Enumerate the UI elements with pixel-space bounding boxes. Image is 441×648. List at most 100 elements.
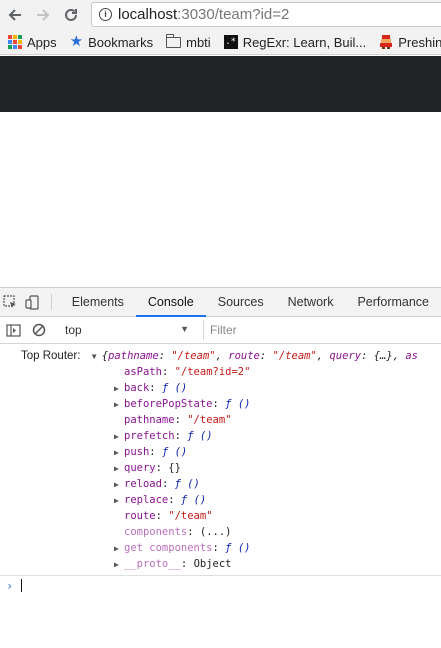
bookmark-label: mbti xyxy=(186,34,211,50)
property-key: get components xyxy=(124,542,213,554)
expand-triangle-icon[interactable]: ▶ xyxy=(114,477,124,493)
property-row[interactable]: ▶ prefetch: ƒ () xyxy=(0,428,441,444)
bookmark-label: Apps xyxy=(27,34,57,50)
filter-placeholder: Filter xyxy=(210,323,237,337)
object-properties: asPath: "/team?id=2" ▶ back: ƒ () ▶ beforePo… xyxy=(0,364,441,572)
property-row: route: "/team" xyxy=(124,510,213,522)
console-toolbar: top ▼ Filter xyxy=(0,317,441,344)
summary-key: route xyxy=(228,350,260,362)
property-row[interactable]: ▶ query: {} xyxy=(0,460,441,476)
bookmark-apps[interactable]: Apps xyxy=(8,35,57,50)
property-value: "/team?id=2" xyxy=(174,366,251,378)
property-row[interactable]: ▶ replace: ƒ () xyxy=(0,492,441,508)
tab-label: Performance xyxy=(357,295,430,309)
property-key: replace xyxy=(124,494,169,506)
property-value: Object xyxy=(193,558,232,570)
property-value: ƒ () xyxy=(225,398,251,410)
property-value: ƒ () xyxy=(180,494,207,506)
inspect-element-icon[interactable] xyxy=(0,288,21,316)
property-key: query xyxy=(124,462,156,474)
tab-label: Network xyxy=(287,295,334,309)
expand-triangle-icon[interactable]: ▶ xyxy=(114,493,124,509)
expand-triangle-icon[interactable]: ▶ xyxy=(114,557,124,573)
property-row[interactable]: ▶ beforePopState: ƒ () xyxy=(0,396,441,412)
bookmark-label: Bookmarks xyxy=(88,34,154,50)
expand-triangle-icon[interactable]: ▶ xyxy=(114,541,124,557)
property-key: beforePopState xyxy=(124,398,213,410)
divider xyxy=(50,294,52,310)
devtools-panel: Elements Console Sources Network Perform… xyxy=(0,287,441,648)
tab-label: Sources xyxy=(217,295,264,309)
bookmark-preshin[interactable]: Preshin xyxy=(379,35,441,50)
expand-triangle-icon[interactable]: ▶ xyxy=(114,397,124,413)
property-key: back xyxy=(124,382,150,394)
tab-sources[interactable]: Sources xyxy=(206,288,276,316)
console-output: Top Router: ▼ {pathname: "/team", route: … xyxy=(0,344,441,595)
address-bar[interactable]: i localhost:3030/team?id=2 xyxy=(91,2,441,27)
pixel-character-icon xyxy=(379,35,393,49)
url-host: localhost xyxy=(118,6,178,23)
property-value: ƒ () xyxy=(161,446,188,458)
clear-console-icon[interactable] xyxy=(26,323,52,337)
log-summary-row[interactable]: Top Router: ▼ {pathname: "/team", route: … xyxy=(0,348,441,364)
back-arrow-icon[interactable] xyxy=(4,4,26,26)
expand-triangle-icon[interactable]: ▶ xyxy=(114,461,124,477)
property-row[interactable]: ▶ reload: ƒ () xyxy=(0,476,441,492)
bookmark-bookmarks[interactable]: ★ Bookmarks xyxy=(69,33,154,50)
property-value: ƒ () xyxy=(187,430,213,442)
folder-icon xyxy=(166,33,182,48)
filter-input[interactable]: Filter xyxy=(203,320,435,340)
url-path: :3030/team?id=2 xyxy=(177,6,290,23)
object-summary: {pathname: "/team", route: "/team", quer… xyxy=(101,350,418,362)
bookmarks-bar: Apps ★ Bookmarks mbti .* RegExr: Learn, … xyxy=(0,30,441,55)
devtools-tab-bar: Elements Console Sources Network Perform… xyxy=(0,288,441,317)
property-row[interactable]: ▶ __proto__: Object xyxy=(0,556,441,572)
forward-arrow-icon[interactable] xyxy=(32,4,54,26)
summary-value: "/team" xyxy=(171,350,216,362)
property-value: "/team" xyxy=(187,414,232,426)
bookmark-regexr[interactable]: .* RegExr: Learn, Buil... xyxy=(223,35,366,50)
expand-triangle-icon[interactable]: ▶ xyxy=(114,429,124,445)
property-row[interactable]: ▶ back: ƒ () xyxy=(0,380,441,396)
expand-triangle-icon[interactable]: ▶ xyxy=(114,381,124,397)
text-cursor xyxy=(21,579,23,592)
bookmark-mbti[interactable]: mbti xyxy=(166,33,211,50)
property-row: asPath: "/team?id=2" xyxy=(124,366,251,378)
regexr-icon: .* xyxy=(223,35,238,49)
property-value: (...) xyxy=(199,526,232,538)
property-key: asPath xyxy=(124,366,162,378)
property-value: "/team" xyxy=(168,510,213,522)
property-row: components: (...) xyxy=(124,526,232,538)
property-row[interactable]: ▶ get components: ƒ () xyxy=(0,540,441,556)
summary-value: "/team" xyxy=(272,350,317,362)
property-value: ƒ () xyxy=(225,542,251,554)
expand-triangle-icon[interactable]: ▼ xyxy=(92,349,102,365)
device-toolbar-icon[interactable] xyxy=(21,288,42,316)
reload-icon[interactable] xyxy=(60,4,82,26)
summary-key: as xyxy=(405,350,418,362)
tab-console[interactable]: Console xyxy=(135,288,206,317)
property-key: __proto__ xyxy=(124,558,181,570)
info-icon[interactable]: i xyxy=(99,8,112,21)
property-row[interactable]: ▶ push: ƒ () xyxy=(0,444,441,460)
tab-label: Elements xyxy=(71,295,124,309)
tab-network[interactable]: Network xyxy=(276,288,346,316)
property-key: push xyxy=(124,446,150,458)
tab-label: Console xyxy=(147,295,194,309)
context-value: top xyxy=(65,323,82,337)
star-icon: ★ xyxy=(69,33,84,50)
property-value: {} xyxy=(168,462,181,474)
tab-performance[interactable]: Performance xyxy=(345,288,441,316)
tab-elements[interactable]: Elements xyxy=(60,288,136,316)
dropdown-arrow-icon: ▼ xyxy=(180,323,189,334)
bookmark-label: Preshin xyxy=(398,34,441,50)
console-prompt[interactable]: › xyxy=(0,575,441,595)
property-key: reload xyxy=(124,478,162,490)
expand-triangle-icon[interactable]: ▶ xyxy=(114,445,124,461)
property-value: ƒ () xyxy=(174,478,200,490)
browser-toolbar: i localhost:3030/team?id=2 xyxy=(0,0,441,30)
context-select[interactable]: top ▼ xyxy=(57,320,195,341)
sidebar-toggle-icon[interactable] xyxy=(0,323,26,337)
property-value: ƒ () xyxy=(161,382,188,394)
summary-key: query xyxy=(329,350,362,362)
